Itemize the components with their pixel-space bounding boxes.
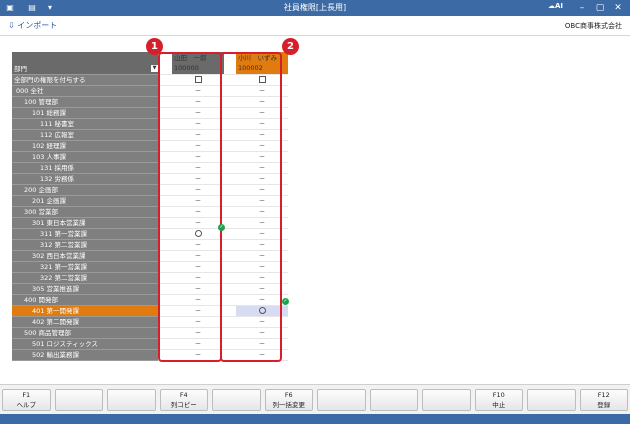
fkey-number: F12 xyxy=(597,391,610,399)
fkey-empty-9[interactable] xyxy=(422,389,471,411)
fkey-f4[interactable]: F4 列コピー xyxy=(159,389,208,411)
dept-filter-dropdown-icon[interactable]: ▼ xyxy=(151,65,158,72)
fkey-empty-2[interactable] xyxy=(54,389,103,411)
app-logo: ☁AI xyxy=(548,2,564,10)
callout-badge-1: 1 xyxy=(146,38,163,55)
fkey-number: F6 xyxy=(284,391,293,399)
import-label: インポート xyxy=(17,21,58,30)
dept-label: 500 商品管理部 xyxy=(12,327,158,339)
maximize-icon[interactable]: ▢ xyxy=(592,0,608,16)
dept-label: 112 広報室 xyxy=(12,129,158,141)
fkey-label: ヘルプ xyxy=(16,401,37,409)
dept-label: 321 第一営業課 xyxy=(12,261,158,273)
close-icon[interactable]: ✕ xyxy=(610,0,626,16)
fkey-label: 中止 xyxy=(492,401,506,409)
all-depts-label: 全部門の権限を付与する xyxy=(12,74,158,86)
fkey-label: 列一括変更 xyxy=(272,401,306,409)
fkey-f1[interactable]: F1 ヘルプ xyxy=(2,389,51,411)
dept-label: 312 第二営業課 xyxy=(12,239,158,251)
fkey-f12[interactable]: F12 登録 xyxy=(579,389,628,411)
dept-label: 302 西日本営業課 xyxy=(12,250,158,262)
dept-label: 402 第二開発課 xyxy=(12,316,158,328)
import-button[interactable]: ⇩ インポート xyxy=(8,20,57,31)
dept-label: 103 人事課 xyxy=(12,151,158,163)
fkey-number: F10 xyxy=(492,391,505,399)
dept-label: 300 営業部 xyxy=(12,206,158,218)
dept-label: 311 第一営業課 xyxy=(12,228,158,240)
dept-label: 111 秘書室 xyxy=(12,118,158,130)
dept-label: 501 ロジスティックス xyxy=(12,338,158,350)
dept-label: 100 管理部 xyxy=(12,96,158,108)
fkey-number: F4 xyxy=(179,391,188,399)
status-ok-icon: ✓ xyxy=(218,223,225,231)
dept-label: 502 輸出業務課 xyxy=(12,349,158,361)
dept-label: 322 第二営業課 xyxy=(12,272,158,284)
dept-label: 102 経理課 xyxy=(12,140,158,152)
fkey-number: F1 xyxy=(22,391,31,399)
window-title: 社員権限[上長用] xyxy=(283,3,347,12)
dept-label: 201 企画課 xyxy=(12,195,158,207)
dept-label: 131 採用係 xyxy=(12,162,158,174)
status-ok-icon: ✓ xyxy=(282,297,289,305)
highlight-column-2 xyxy=(220,52,282,362)
company-name: OBC商事株式会社 xyxy=(564,22,622,30)
function-key-bar: F1 ヘルプ F4 列コピー F6 列一括変更 F10 中止 F12 登録 xyxy=(0,384,630,414)
status-bar xyxy=(0,414,630,424)
dept-label: 200 企画部 xyxy=(12,184,158,196)
callout-badge-2: 2 xyxy=(282,38,299,55)
fkey-label: 登録 xyxy=(597,401,611,409)
dept-column-header: 部門 xyxy=(12,52,158,75)
fkey-f10[interactable]: F10 中止 xyxy=(474,389,523,411)
fkey-empty-11[interactable] xyxy=(527,389,576,411)
import-icon: ⇩ xyxy=(8,21,15,30)
fkey-label: 列コピー xyxy=(170,401,197,409)
dept-label: 101 総務課 xyxy=(12,107,158,119)
fkey-empty-7[interactable] xyxy=(317,389,366,411)
fkey-empty-8[interactable] xyxy=(369,389,418,411)
fkey-empty-5[interactable] xyxy=(212,389,261,411)
highlight-column-1 xyxy=(158,52,222,362)
minimize-icon[interactable]: – xyxy=(574,0,590,16)
toolbar: ⇩ インポート OBC商事株式会社 xyxy=(0,16,630,36)
dept-label: 401 第一開発課 xyxy=(12,305,158,317)
fkey-f6[interactable]: F6 列一括変更 xyxy=(264,389,313,411)
dept-label: 000 全社 xyxy=(12,85,158,97)
dept-label: 301 東日本営業課 xyxy=(12,217,158,229)
title-bar: ▣ ▤ ▾ 社員権限[上長用] ☁AI – ▢ ✕ xyxy=(0,0,630,16)
fkey-empty-3[interactable] xyxy=(107,389,156,411)
dept-label: 132 労務係 xyxy=(12,173,158,185)
dept-label: 305 営業推進課 xyxy=(12,283,158,295)
dept-label: 400 開発部 xyxy=(12,294,158,306)
